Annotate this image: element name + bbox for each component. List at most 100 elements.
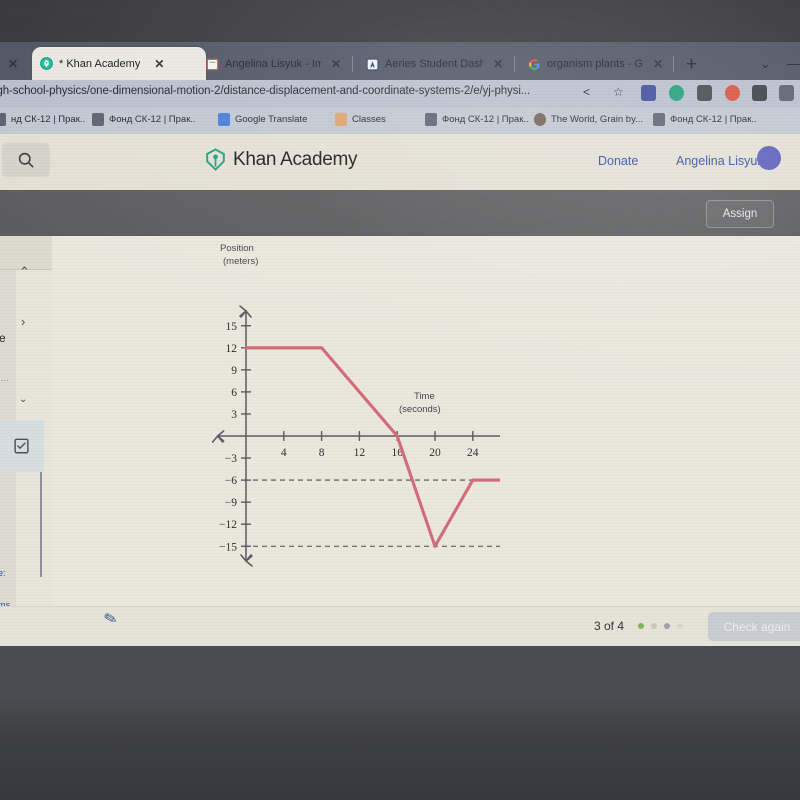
- progress-dot: [638, 623, 644, 629]
- x-axis-label-text: Time: [413, 391, 435, 402]
- cast-icon[interactable]: [641, 85, 656, 101]
- exercise-footer-left: [0, 606, 52, 647]
- exercise-footer: [52, 606, 800, 647]
- share-icon[interactable]: <: [583, 86, 590, 98]
- star-icon[interactable]: ☆: [613, 86, 624, 98]
- tab-divider: [352, 56, 353, 72]
- x-tick-label: 4: [281, 447, 287, 459]
- position-time-graph: Position (meters) Time (seconds) 4 8 12 16 2…: [200, 236, 526, 581]
- browser-tab-angelina-lisyuk[interactable]: Angelina Lisyuk - Immi ✕: [198, 48, 362, 80]
- world-icon: [534, 113, 546, 126]
- assign-button[interactable]: Assign: [706, 200, 774, 228]
- y-tick-label: −3: [225, 453, 237, 465]
- x-tick-label: 8: [319, 447, 325, 459]
- y-tick-label: 3: [231, 409, 237, 421]
- tab-title: * Khan Academy: [59, 57, 141, 70]
- tab-close-icon[interactable]: ✕: [493, 57, 503, 71]
- y-tick-label: 9: [231, 365, 237, 377]
- y-axis-units-text: (meters): [223, 256, 259, 267]
- y-tick-label: 15: [226, 321, 238, 333]
- check-again-button[interactable]: Check again: [708, 612, 800, 641]
- bookmark-label: Фонд СК-12 | Прак..: [109, 114, 196, 125]
- omnibox-row: igh-school-physics/one-dimensional-motio…: [0, 80, 800, 108]
- bookmark-label: The World, Grain by...: [551, 114, 644, 125]
- avatar[interactable]: [757, 146, 781, 170]
- bookmark-label: Classes: [352, 114, 386, 125]
- address-bar[interactable]: igh-school-physics/one-dimensional-motio…: [0, 85, 530, 97]
- sidebar-scroll-indicator[interactable]: [40, 472, 42, 577]
- sidepanel-icon[interactable]: [779, 85, 794, 101]
- search-button[interactable]: [2, 143, 50, 177]
- ck12-icon: [0, 113, 6, 126]
- bookmark-item[interactable]: нд СК-12 | Прак..: [0, 113, 85, 126]
- document-icon: [206, 58, 219, 70]
- new-tab-button[interactable]: +: [686, 55, 697, 74]
- progress-dots: [638, 623, 683, 629]
- x-tick-label: 20: [429, 447, 441, 459]
- tab-close-icon[interactable]: ✕: [653, 57, 663, 71]
- pocket-icon[interactable]: [725, 85, 740, 101]
- y-tick-label: −15: [219, 541, 237, 553]
- chevron-down-icon[interactable]: ⌄: [19, 394, 27, 405]
- exercise-top-band: [0, 190, 800, 236]
- browser-tab-0[interactable]: ✕: [0, 48, 26, 80]
- search-icon: [18, 152, 34, 168]
- ck12-icon: [425, 113, 437, 126]
- tab-title: Aeries Student Dashbo: [385, 58, 483, 70]
- translate-icon: [218, 113, 230, 126]
- tab-divider: [514, 56, 515, 72]
- tab-search-chevron-icon[interactable]: ⌄: [760, 56, 771, 72]
- tab-close-icon[interactable]: ✕: [154, 57, 164, 71]
- x-tick-label: 12: [354, 447, 366, 459]
- tab-title: organism plants - Goog: [547, 58, 643, 70]
- y-axis-label: Position (meters): [220, 242, 258, 268]
- browser-tab-khan-academy[interactable]: * Khan Academy ✕: [32, 47, 206, 80]
- bookmark-item[interactable]: Classes: [335, 113, 386, 126]
- minimize-button[interactable]: —: [787, 56, 800, 71]
- tab-close-icon[interactable]: ✕: [331, 57, 341, 71]
- bookmark-label: Фонд СК-12 | Прак..: [442, 114, 529, 125]
- browser-tab-organism-plants[interactable]: organism plants - Goog ✕: [520, 48, 684, 80]
- khan-academy-logo[interactable]: Khan Academy: [205, 148, 358, 171]
- bookmark-item[interactable]: The World, Grain by...: [534, 113, 643, 126]
- google-icon: [529, 58, 540, 70]
- y-tick-label: 6: [231, 387, 237, 399]
- graph-plot: 4 8 12 16 20 241512963−3−6−9−12−15: [211, 305, 526, 567]
- monitor-bezel-top: [0, 0, 800, 42]
- bookmarks-bar: нд СК-12 | Прак.. Фонд СК-12 | Прак.. Go…: [0, 108, 800, 134]
- bookmark-item[interactable]: Фонд СК-12 | Прак..: [653, 113, 757, 126]
- bookmark-item[interactable]: Фонд СК-12 | Прак..: [425, 113, 529, 126]
- progress-dot: [651, 623, 657, 629]
- chevron-right-icon[interactable]: ›: [21, 314, 25, 329]
- sidebar-link-1[interactable]: e:: [0, 568, 6, 578]
- browser-tab-aeries[interactable]: Aeries Student Dashbo ✕: [358, 48, 524, 80]
- extension-icon[interactable]: [697, 85, 712, 101]
- khan-academy-logo-text: Khan Academy: [233, 148, 358, 170]
- progress-dot: [664, 623, 670, 629]
- ck12-icon: [92, 113, 104, 126]
- bookmark-label: Google Translate: [235, 114, 308, 125]
- khan-academy-leaf-icon: [206, 148, 225, 171]
- sidebar-ellipsis: ····: [0, 376, 9, 385]
- x-tick-label: 24: [467, 447, 479, 459]
- tab-close-icon[interactable]: ✕: [8, 57, 18, 71]
- tab-title: Angelina Lisyuk - Immi: [225, 58, 321, 70]
- y-tick-label: −12: [219, 519, 237, 531]
- aeries-icon: [366, 58, 379, 70]
- donate-link[interactable]: Donate: [598, 154, 638, 168]
- x-axis-label: Time (seconds): [399, 390, 441, 416]
- puzzle-icon[interactable]: [752, 85, 767, 101]
- ck12-icon: [653, 113, 665, 126]
- chevron-up-icon[interactable]: ⌃: [19, 264, 30, 280]
- bookmark-item[interactable]: Фонд СК-12 | Прак..: [92, 113, 196, 126]
- browser-tab-strip: ✕ * Khan Academy ✕ Angelina Lisyuk - Imm…: [0, 42, 800, 80]
- user-account-link[interactable]: Angelina Lisyuk: [676, 154, 764, 168]
- khan-academy-header: Khan Academy Donate Angelina Lisyuk: [0, 134, 800, 191]
- bookmark-label: нд СК-12 | Прак..: [11, 114, 86, 125]
- desk-surface: [0, 698, 800, 800]
- grammarly-icon[interactable]: [669, 85, 684, 101]
- y-tick-label: 12: [226, 343, 238, 355]
- khan-academy-icon: [40, 57, 53, 70]
- classes-icon: [335, 113, 347, 126]
- bookmark-item[interactable]: Google Translate: [218, 113, 307, 126]
